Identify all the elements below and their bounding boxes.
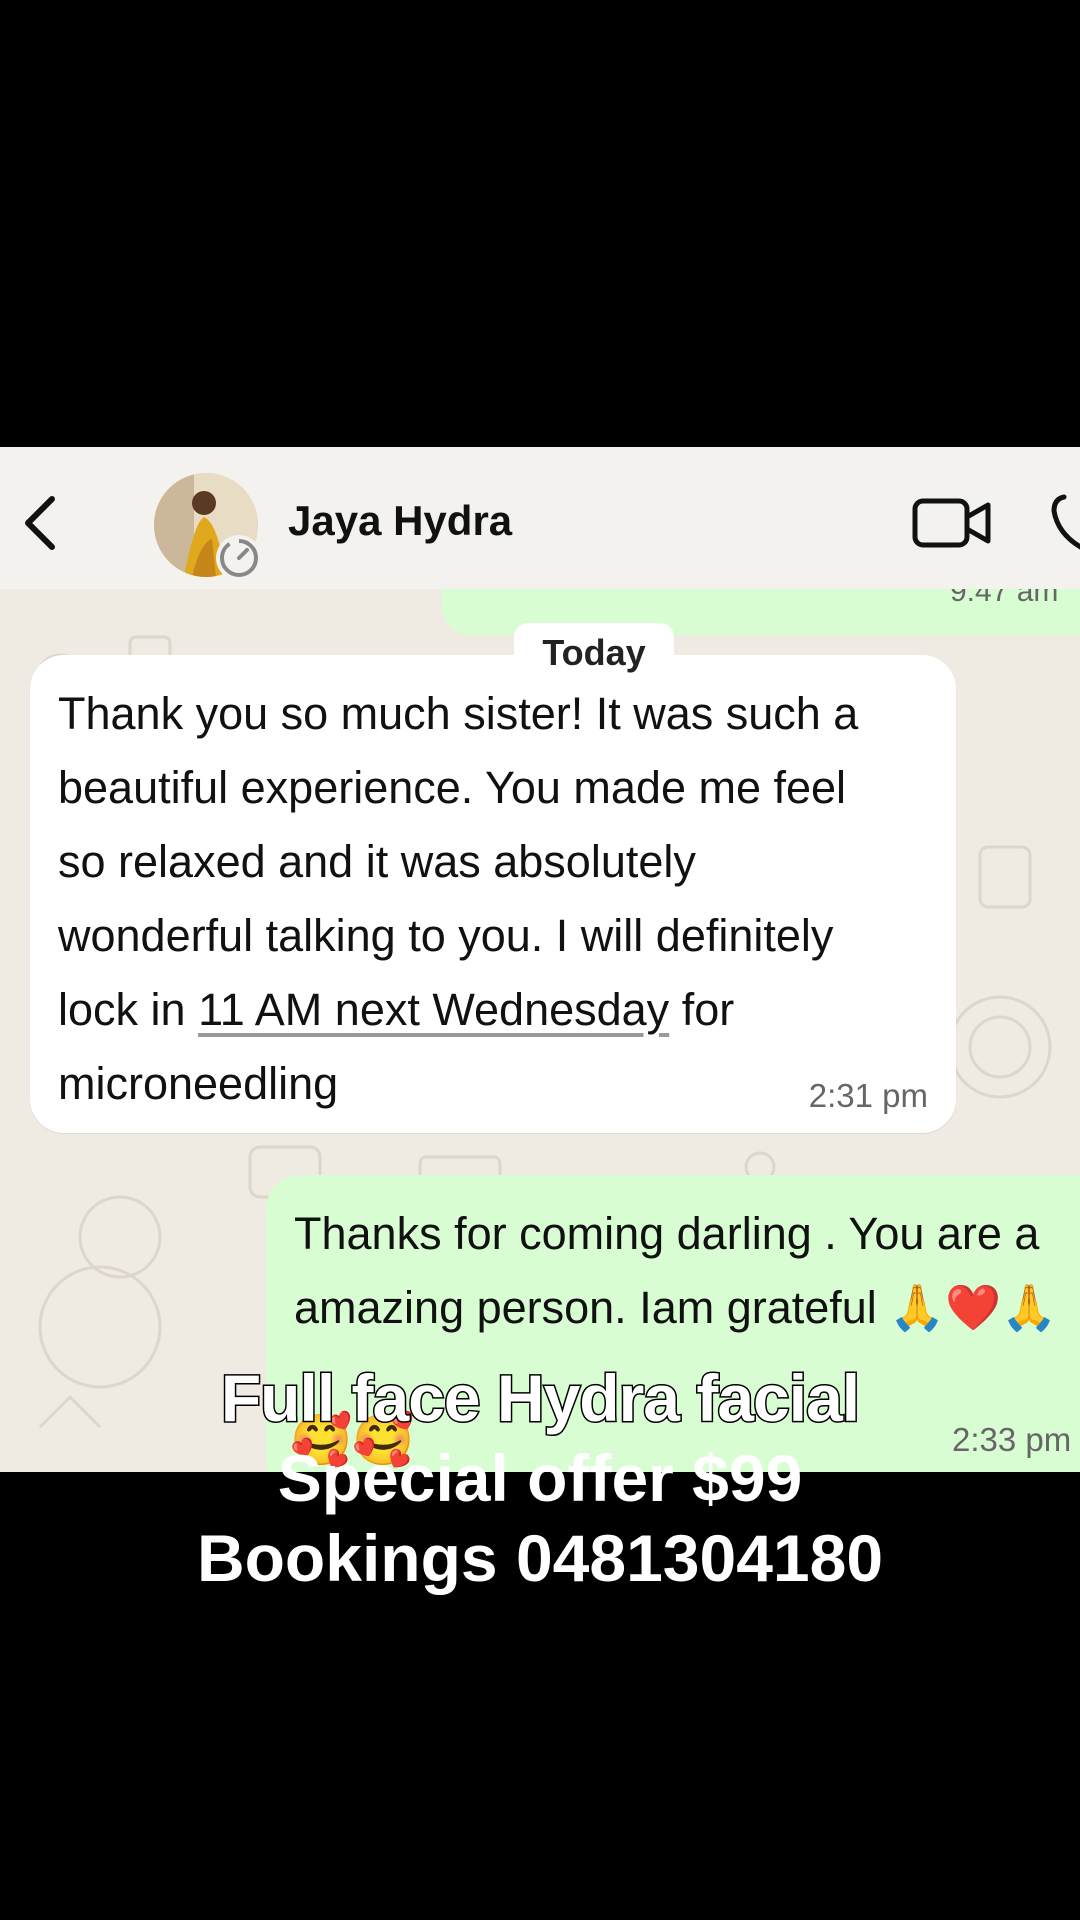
contact-name[interactable]: Jaya Hydra: [288, 497, 512, 545]
incoming-message-bubble[interactable]: Thank you so much sister! It was such a …: [30, 655, 956, 1133]
video-camera-icon[interactable]: [912, 495, 992, 551]
phone-icon[interactable]: [1050, 491, 1080, 555]
promo-caption-line-2: Special offer $99: [277, 1441, 803, 1515]
chat-screenshot: Jaya Hydra 9:47 am Today Thank you so mu…: [0, 447, 1080, 1472]
date-separator: Today: [514, 623, 674, 683]
incoming-message-text: Thank you so much sister! It was such a …: [58, 688, 859, 1109]
date-link[interactable]: 11 AM next Wednesday: [198, 984, 669, 1035]
promo-caption-line-1: Full face Hydra facial: [219, 1360, 861, 1437]
status-ring-icon: [216, 535, 262, 581]
promo-caption-line-3: Bookings 0481304180: [196, 1521, 884, 1595]
outgoing-line-1: Thanks for coming darling . You are a: [294, 1208, 1040, 1259]
outgoing-message-text: Thanks for coming darling . You are a am…: [294, 1197, 1080, 1345]
outgoing-line-2: amazing person. Iam grateful 🙏❤️🙏: [294, 1282, 1058, 1333]
incoming-message-time: 2:31 pm: [808, 1077, 928, 1114]
chat-header: Jaya Hydra: [0, 447, 1080, 589]
chevron-left-icon[interactable]: [14, 493, 74, 553]
